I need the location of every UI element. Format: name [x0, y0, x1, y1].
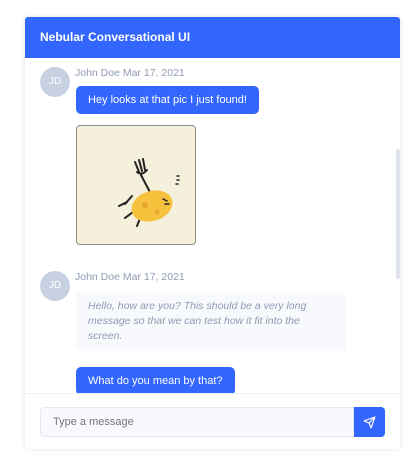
avatar: JD: [40, 271, 70, 301]
message-bubble: Hello, how are you? This should be a ver…: [76, 292, 346, 351]
message-bubble: What do you mean by that?: [76, 367, 235, 393]
message-date: Mar 17, 2021: [122, 271, 185, 283]
message-meta: John Doe Mar 17, 2021: [75, 67, 185, 79]
composer: [25, 393, 400, 449]
send-button[interactable]: [354, 407, 385, 437]
scrollbar[interactable]: [396, 149, 400, 279]
message-bubble: Hey looks at that pic I just found!: [76, 86, 259, 114]
send-icon: [363, 415, 376, 429]
message-date: Mar 17, 2021: [122, 67, 185, 79]
image-attachment[interactable]: [76, 125, 196, 245]
message-input[interactable]: [40, 407, 354, 437]
chat-window: Nebular Conversational UI JD John Doe Ma…: [25, 17, 400, 449]
sender-name: John Doe: [75, 67, 120, 79]
potato-fork-illustration: [118, 158, 180, 227]
message-meta: John Doe Mar 17, 2021: [75, 271, 185, 283]
sender-name: John Doe: [75, 271, 120, 283]
message-list: JD John Doe Mar 17, 2021 Hey looks at th…: [25, 58, 400, 393]
avatar: JD: [40, 67, 70, 97]
chat-title: Nebular Conversational UI: [25, 17, 400, 58]
